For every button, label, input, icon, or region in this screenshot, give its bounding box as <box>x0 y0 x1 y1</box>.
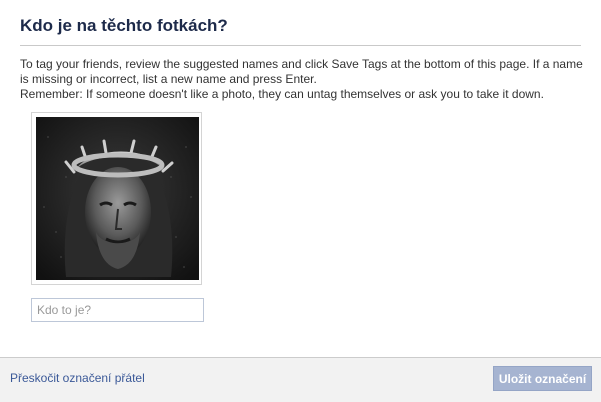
skip-tagging-link[interactable]: Přeskočit označení přátel <box>10 371 145 385</box>
reminder-paragraph: Remember: If someone doesn't like a phot… <box>20 87 544 101</box>
dialog-title: Kdo je na těchto fotkách? <box>20 16 228 35</box>
photo-frame[interactable] <box>31 112 202 285</box>
instructions-paragraph: To tag your friends, review the suggeste… <box>20 57 583 86</box>
instructions-text: To tag your friends, review the suggeste… <box>20 57 586 102</box>
tag-friends-dialog: Kdo je na těchto fotkách? To tag your fr… <box>0 0 601 402</box>
title-divider <box>20 45 581 46</box>
who-is-this-input[interactable] <box>31 298 204 322</box>
save-tags-button[interactable]: Uložit označení <box>493 366 592 391</box>
dialog-footer: Přeskočit označení přátel Uložit označen… <box>0 357 601 402</box>
photo-thumbnail <box>36 117 199 280</box>
